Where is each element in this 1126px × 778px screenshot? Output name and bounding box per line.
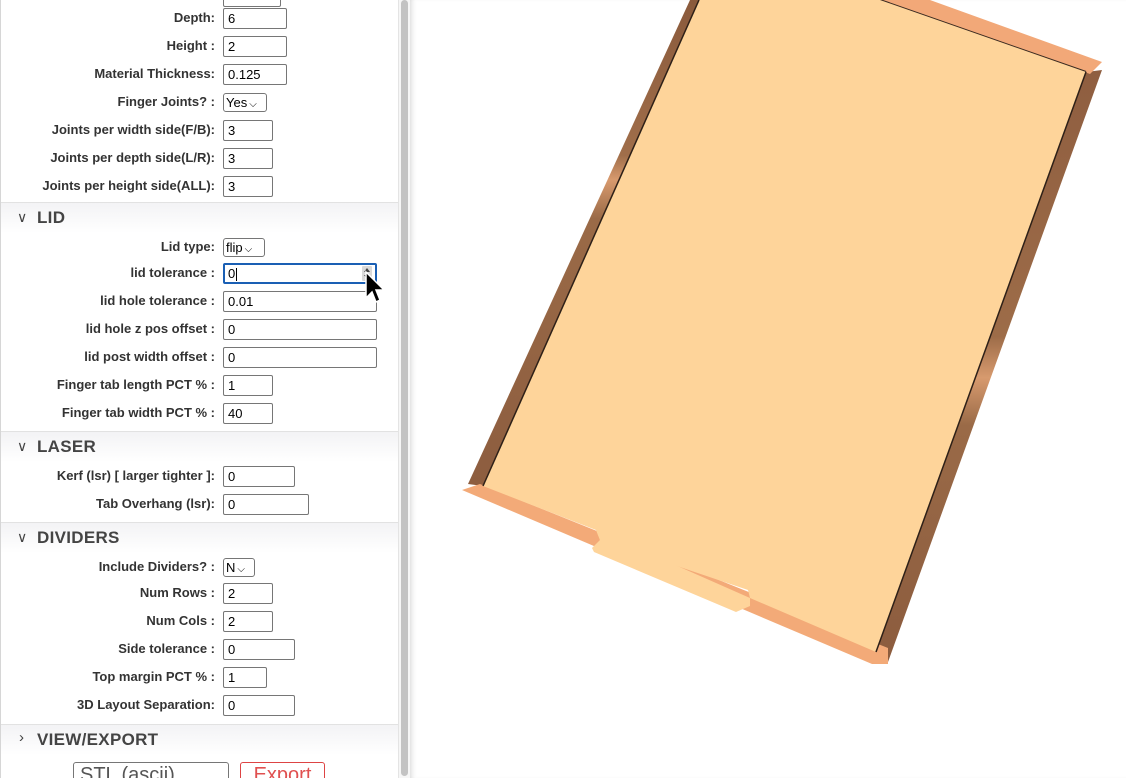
section-view-export[interactable]: › VIEW/EXPORT — [1, 724, 398, 755]
finger-joints-label: Finger Joints? : — [117, 94, 216, 109]
joints-depth-label: Joints per depth side(L/R): — [50, 150, 215, 165]
height-label: Height : — [166, 38, 215, 53]
joints-depth-row: Joints per depth side(L/R): 3 — [1, 144, 398, 172]
num-rows-input[interactable]: 2 — [223, 583, 273, 604]
finger-joints-value: Yes — [226, 95, 248, 110]
export-format-select[interactable]: STL (ascii) — [73, 762, 229, 778]
depth-label: Depth: — [173, 10, 215, 25]
side-tolerance-input[interactable]: 0 — [223, 639, 295, 660]
lid-tolerance-value: 0 — [228, 266, 236, 281]
lid-tolerance-label: lid tolerance : — [130, 265, 215, 280]
finger-tab-length-input[interactable]: 1 — [223, 375, 273, 396]
height-input[interactable]: 2 — [223, 36, 287, 57]
lid-hole-z-input[interactable]: 0 — [223, 319, 377, 340]
tab-overhang-input[interactable]: 0 — [223, 494, 309, 515]
lid-type-row: Lid type: flip ⌵ — [1, 233, 398, 261]
material-thickness-input[interactable]: 0.125 — [223, 64, 287, 85]
lid-type-label: Lid type: — [160, 239, 215, 254]
chevron-right-icon: › — [19, 729, 24, 746]
material-thickness-label: Material Thickness: — [94, 66, 215, 81]
layout-separation-row: 3D Layout Separation: 0 — [1, 691, 398, 719]
top-margin-row: Top margin PCT % : 1 — [1, 663, 398, 691]
section-dividers[interactable]: ∨ DIVIDERS — [1, 522, 398, 553]
lid-post-width-label: lid post width offset : — [84, 349, 215, 364]
section-view-export-title: VIEW/EXPORT — [37, 730, 159, 749]
finger-tab-length-label: Finger tab length PCT % : — [56, 377, 215, 392]
chevron-down-icon: ⌵ — [244, 244, 253, 255]
layout-separation-input[interactable]: 0 — [223, 695, 295, 716]
layout-separation-label: 3D Layout Separation: — [77, 697, 215, 712]
panel-scrollbar[interactable] — [398, 0, 410, 778]
side-tolerance-row: Side tolerance : 0 — [1, 635, 398, 663]
num-cols-label: Num Cols : — [146, 613, 215, 628]
finger-joints-row: Finger Joints? : Yes ⌵ — [1, 88, 398, 116]
num-cols-row: Num Cols : 2 — [1, 607, 398, 635]
joints-height-label: Joints per height side(ALL): — [42, 178, 215, 193]
section-dividers-title: DIVIDERS — [37, 528, 120, 547]
joints-width-input[interactable]: 3 — [223, 120, 273, 141]
lid-hole-tolerance-input[interactable]: 0.01 — [223, 291, 377, 312]
num-rows-label: Num Rows : — [139, 585, 215, 600]
num-cols-input[interactable]: 2 — [223, 611, 273, 632]
section-laser[interactable]: ∨ LASER — [1, 431, 398, 462]
top-margin-label: Top margin PCT % : — [92, 669, 215, 684]
text-caret — [236, 268, 238, 282]
finger-joints-select[interactable]: Yes ⌵ — [223, 93, 267, 112]
mouse-cursor-icon — [365, 270, 386, 304]
lid-post-width-input[interactable]: 0 — [223, 347, 377, 368]
include-dividers-value: N — [226, 560, 236, 575]
lid-hole-z-row: lid hole z pos offset : 0 — [1, 315, 398, 343]
joints-width-label: Joints per width side(F/B): — [51, 122, 215, 137]
include-dividers-label: Include Dividers? : — [98, 559, 215, 574]
include-dividers-row: Include Dividers? : N ⌵ — [1, 553, 398, 581]
depth-row: Depth: 6 — [1, 4, 398, 32]
side-tolerance-label: Side tolerance : — [118, 641, 215, 656]
section-lid-title: LID — [37, 208, 66, 227]
finger-tab-length-row: Finger tab length PCT % : 1 — [1, 371, 398, 399]
material-thickness-row: Material Thickness: 0.125 — [1, 60, 398, 88]
export-button[interactable]: Export — [240, 762, 325, 778]
finger-tab-width-input[interactable]: 40 — [223, 403, 273, 424]
kerf-input[interactable]: 0 — [223, 466, 295, 487]
kerf-label: Kerf (lsr) [ larger tighter ]: — [56, 468, 215, 483]
chevron-down-icon: ∨ — [17, 209, 28, 225]
num-rows-row: Num Rows : 2 — [1, 579, 398, 607]
box-render — [462, 0, 1102, 664]
3d-viewport[interactable] — [410, 0, 1126, 778]
chevron-down-icon: ∨ — [17, 529, 28, 545]
finger-tab-width-label: Finger tab width PCT % : — [61, 405, 215, 420]
lid-post-width-row: lid post width offset : 0 — [1, 343, 398, 371]
depth-input[interactable]: 6 — [223, 8, 287, 29]
lid-type-value: flip — [226, 240, 243, 255]
chevron-down-icon: ⌵ — [237, 564, 245, 575]
kerf-row: Kerf (lsr) [ larger tighter ]: 0 — [1, 462, 398, 490]
chevron-down-icon: ∨ — [17, 438, 28, 454]
tab-overhang-label: Tab Overhang (lsr): — [96, 496, 215, 511]
joints-depth-input[interactable]: 3 — [223, 148, 273, 169]
height-row: Height : 2 — [1, 32, 398, 60]
lid-hole-tolerance-row: lid hole tolerance : 0.01 — [1, 287, 398, 315]
section-lid[interactable]: ∨ LID — [1, 202, 398, 233]
lid-tolerance-row: lid tolerance : 0 — [1, 259, 398, 287]
chevron-down-icon: ⌵ — [249, 99, 257, 110]
lid-type-select[interactable]: flip ⌵ — [223, 238, 265, 257]
lid-hole-z-label: lid hole z pos offset : — [85, 321, 215, 336]
section-laser-title: LASER — [37, 437, 97, 456]
finger-tab-width-row: Finger tab width PCT % : 40 — [1, 399, 398, 427]
include-dividers-select[interactable]: N ⌵ — [223, 558, 255, 577]
joints-height-input[interactable]: 3 — [223, 176, 273, 197]
lid-tolerance-input[interactable]: 0 — [223, 263, 377, 284]
scrollbar-thumb[interactable] — [401, 0, 408, 776]
settings-panel: Depth: 6 Height : 2 Material Thickness: … — [0, 0, 398, 778]
top-margin-input[interactable]: 1 — [223, 667, 267, 688]
lid-hole-tolerance-label: lid hole tolerance : — [100, 293, 215, 308]
tab-overhang-row: Tab Overhang (lsr): 0 — [1, 490, 398, 518]
joints-height-row: Joints per height side(ALL): 3 — [1, 172, 398, 200]
joints-width-row: Joints per width side(F/B): 3 — [1, 116, 398, 144]
